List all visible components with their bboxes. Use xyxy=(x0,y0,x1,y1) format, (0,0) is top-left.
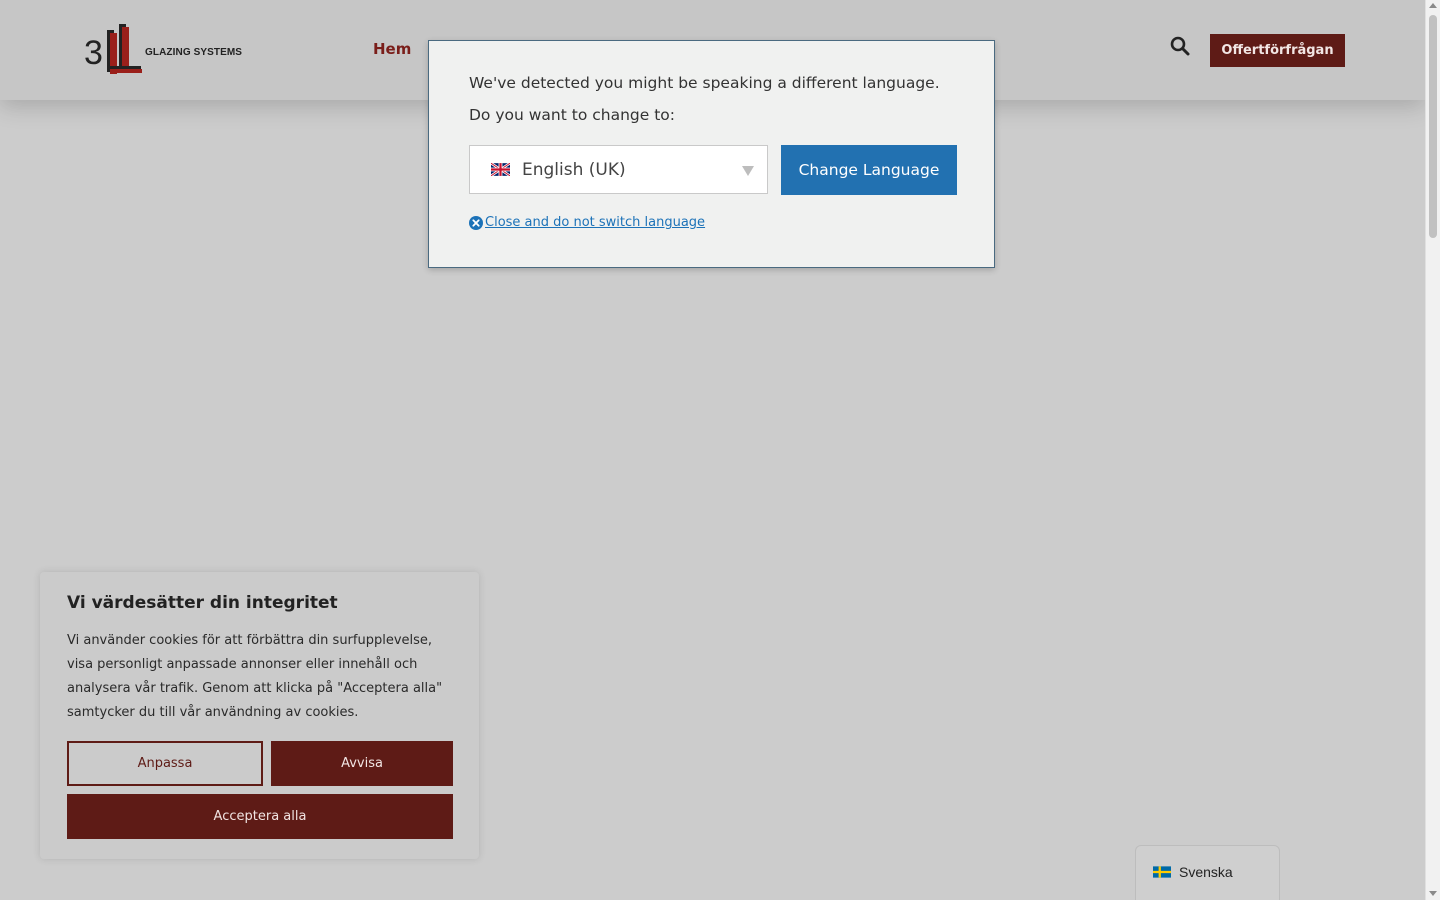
language-select[interactable]: English (UK) xyxy=(469,145,768,194)
scroll-up-icon[interactable] xyxy=(1429,3,1437,8)
change-language-button[interactable]: Change Language xyxy=(781,145,957,195)
reject-cookies-button[interactable]: Avvisa xyxy=(271,741,453,786)
accept-all-cookies-button[interactable]: Acceptera alla xyxy=(67,794,453,839)
customize-cookies-button[interactable]: Anpassa xyxy=(67,741,263,786)
cookie-consent-banner: Vi värdesätter din integritet Vi använde… xyxy=(40,572,479,859)
language-detect-message: We've detected you might be speaking a d… xyxy=(469,74,940,124)
language-switcher[interactable]: Svenska xyxy=(1135,845,1280,900)
logo-brand: GLAZING SYSTEMS xyxy=(145,47,243,58)
close-circle-icon xyxy=(469,215,483,230)
language-switcher-label: Svenska xyxy=(1179,864,1233,880)
search-icon xyxy=(1170,36,1190,56)
sweden-flag-icon xyxy=(1153,866,1171,878)
close-no-switch-link[interactable]: Close and do not switch language xyxy=(469,215,705,230)
cookie-title: Vi värdesätter din integritet xyxy=(67,593,338,613)
logo-number: 3 xyxy=(84,34,103,72)
selected-language: English (UK) xyxy=(522,159,626,180)
close-link-label: Close and do not switch language xyxy=(485,215,706,230)
page-scrollbar[interactable] xyxy=(1425,0,1440,900)
logo-mark-icon xyxy=(107,24,142,74)
logo[interactable]: 3 GLAZING SYSTEMS xyxy=(84,22,244,76)
page: 3 GLAZING SYSTEMS Hem Offertförfrågan We… xyxy=(0,0,1425,900)
uk-flag-icon xyxy=(491,163,510,176)
search-button[interactable] xyxy=(1170,36,1192,58)
quote-request-button[interactable]: Offertförfrågan xyxy=(1210,34,1345,67)
scrollbar-thumb[interactable] xyxy=(1429,15,1437,238)
chevron-down-icon xyxy=(742,166,754,176)
cookie-text: Vi använder cookies för att förbättra di… xyxy=(67,633,443,720)
nav-home-link[interactable]: Hem xyxy=(373,40,411,58)
language-detect-modal: We've detected you might be speaking a d… xyxy=(428,40,995,268)
scroll-down-icon[interactable] xyxy=(1429,891,1437,896)
